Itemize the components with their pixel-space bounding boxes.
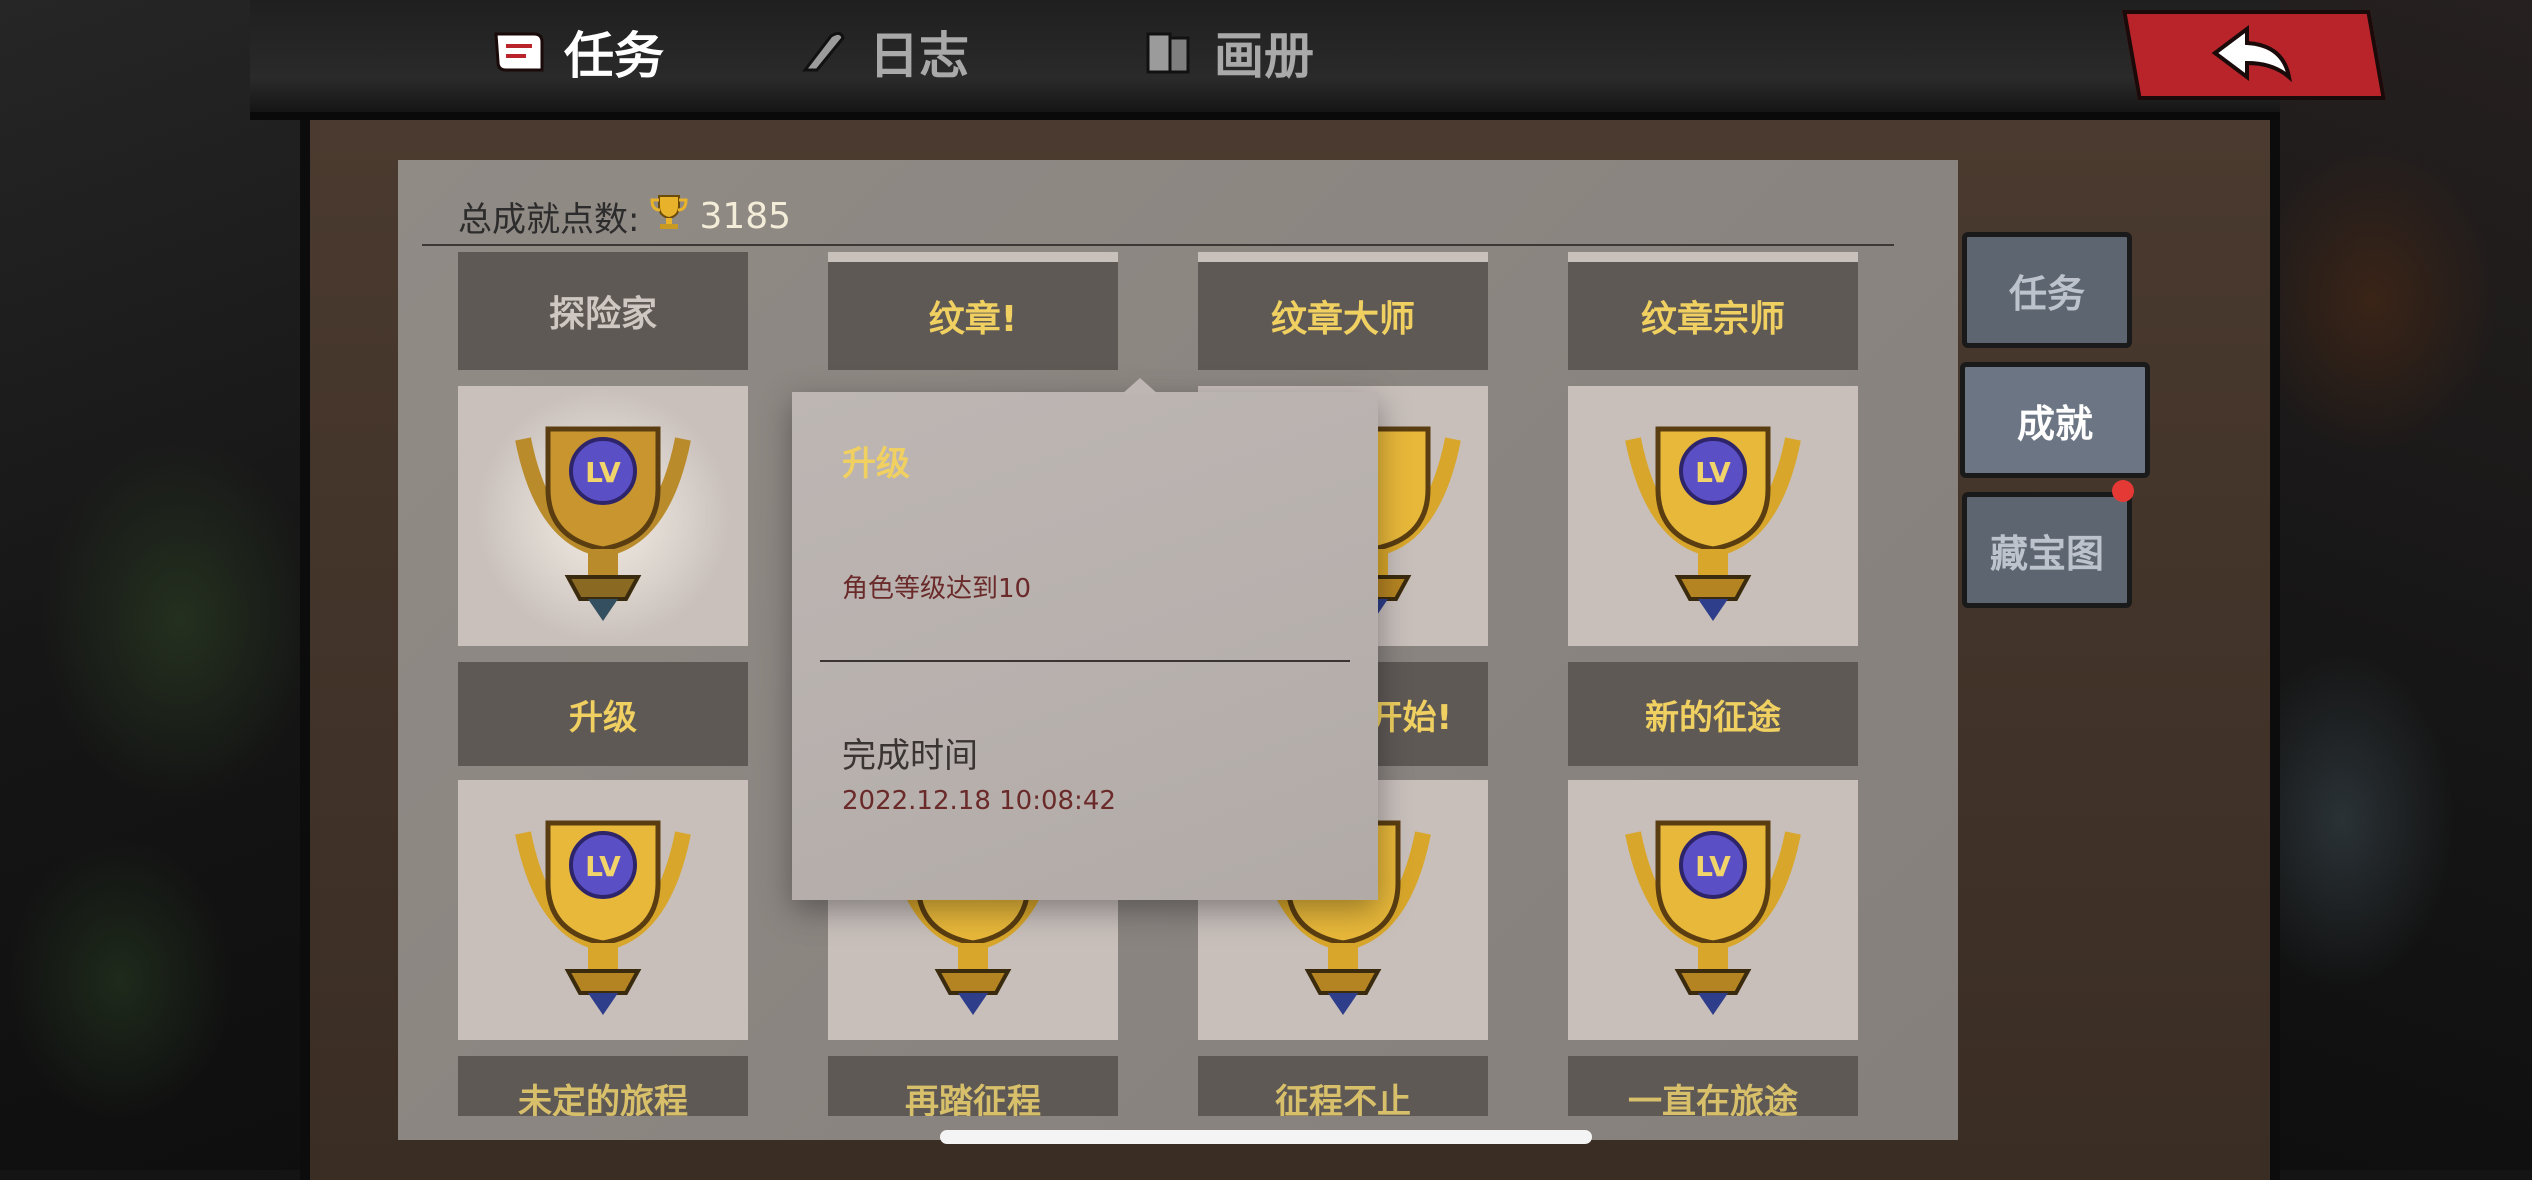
- top-bar: 任务 日志 画册: [250, 0, 2386, 120]
- svg-text:LV: LV: [585, 456, 621, 489]
- scroll-icon: [490, 24, 546, 80]
- side-tab-treasure-map[interactable]: 藏宝图: [1962, 492, 2132, 608]
- tab-tasks[interactable]: 任务: [464, 0, 730, 104]
- quill-icon: [795, 24, 851, 80]
- total-points: 总成就点数: 3185: [458, 192, 791, 241]
- achievement-group-header: 探险家: [458, 252, 748, 370]
- side-tab-treasure-map-label: 藏宝图: [1989, 531, 2104, 576]
- total-points-value: 3185: [699, 196, 792, 237]
- home-indicator[interactable]: [940, 1130, 1592, 1144]
- achievement-badge-tile[interactable]: LV: [1568, 386, 1858, 646]
- side-tab-achievements-label: 成就: [2016, 401, 2093, 446]
- back-button[interactable]: [2122, 10, 2386, 100]
- side-tab-achievements[interactable]: 成就: [1960, 362, 2150, 478]
- popup-title: 升级: [842, 444, 910, 484]
- popup-completion-label: 完成时间: [842, 736, 978, 776]
- svg-text:LV: LV: [1695, 456, 1731, 489]
- back-arrow-icon: [2209, 23, 2299, 87]
- level-trophy-badge-icon: LV: [1598, 399, 1828, 633]
- achievement-group-header: 纹章宗师: [1568, 262, 1858, 370]
- level-trophy-badge-icon: LV: [488, 793, 718, 1027]
- total-points-label: 总成就点数:: [458, 200, 640, 240]
- achievement-name: 一直在旅途: [1568, 1056, 1858, 1116]
- notification-badge: [2112, 480, 2134, 502]
- achievement-detail-popup: 升级 角色等级达到10 完成时间 2022.12.18 10:08:42: [792, 378, 1378, 900]
- achievement-name: 升级: [458, 662, 748, 766]
- book-icon: [1140, 24, 1196, 80]
- achievement-badge-tile[interactable]: LV: [1568, 780, 1858, 1040]
- side-tab-tasks[interactable]: 任务: [1962, 232, 2132, 348]
- achievement-name: 未定的旅程: [458, 1056, 748, 1116]
- achievement-name: 征程不止: [1198, 1056, 1488, 1116]
- achievement-group-header: 纹章大师: [1198, 262, 1488, 370]
- achievement-group-header: 纹章!: [828, 262, 1118, 370]
- tab-album-label: 画册: [1214, 27, 1314, 85]
- level-trophy-badge-icon: LV: [488, 399, 718, 633]
- achievement-badge-tile[interactable]: LV: [458, 386, 748, 646]
- tab-tasks-label: 任务: [564, 27, 664, 85]
- achievement-badge-tile[interactable]: LV: [458, 780, 748, 1040]
- trophy-icon: [649, 192, 689, 241]
- svg-text:LV: LV: [1695, 850, 1731, 883]
- divider: [422, 244, 1894, 246]
- achievement-name: 再踏征程: [828, 1056, 1118, 1116]
- side-tab-tasks-label: 任务: [2008, 271, 2085, 316]
- popup-description: 角色等级达到10: [842, 574, 1032, 604]
- achievement-name: 新的征途: [1568, 662, 1858, 766]
- popup-completion-time: 2022.12.18 10:08:42: [842, 786, 1116, 816]
- tab-log-label: 日志: [869, 27, 969, 85]
- tab-log[interactable]: 日志: [795, 0, 969, 104]
- level-trophy-badge-icon: LV: [1598, 793, 1828, 1027]
- tab-album[interactable]: 画册: [1140, 0, 1314, 104]
- popup-divider: [820, 660, 1350, 662]
- svg-text:LV: LV: [585, 850, 621, 883]
